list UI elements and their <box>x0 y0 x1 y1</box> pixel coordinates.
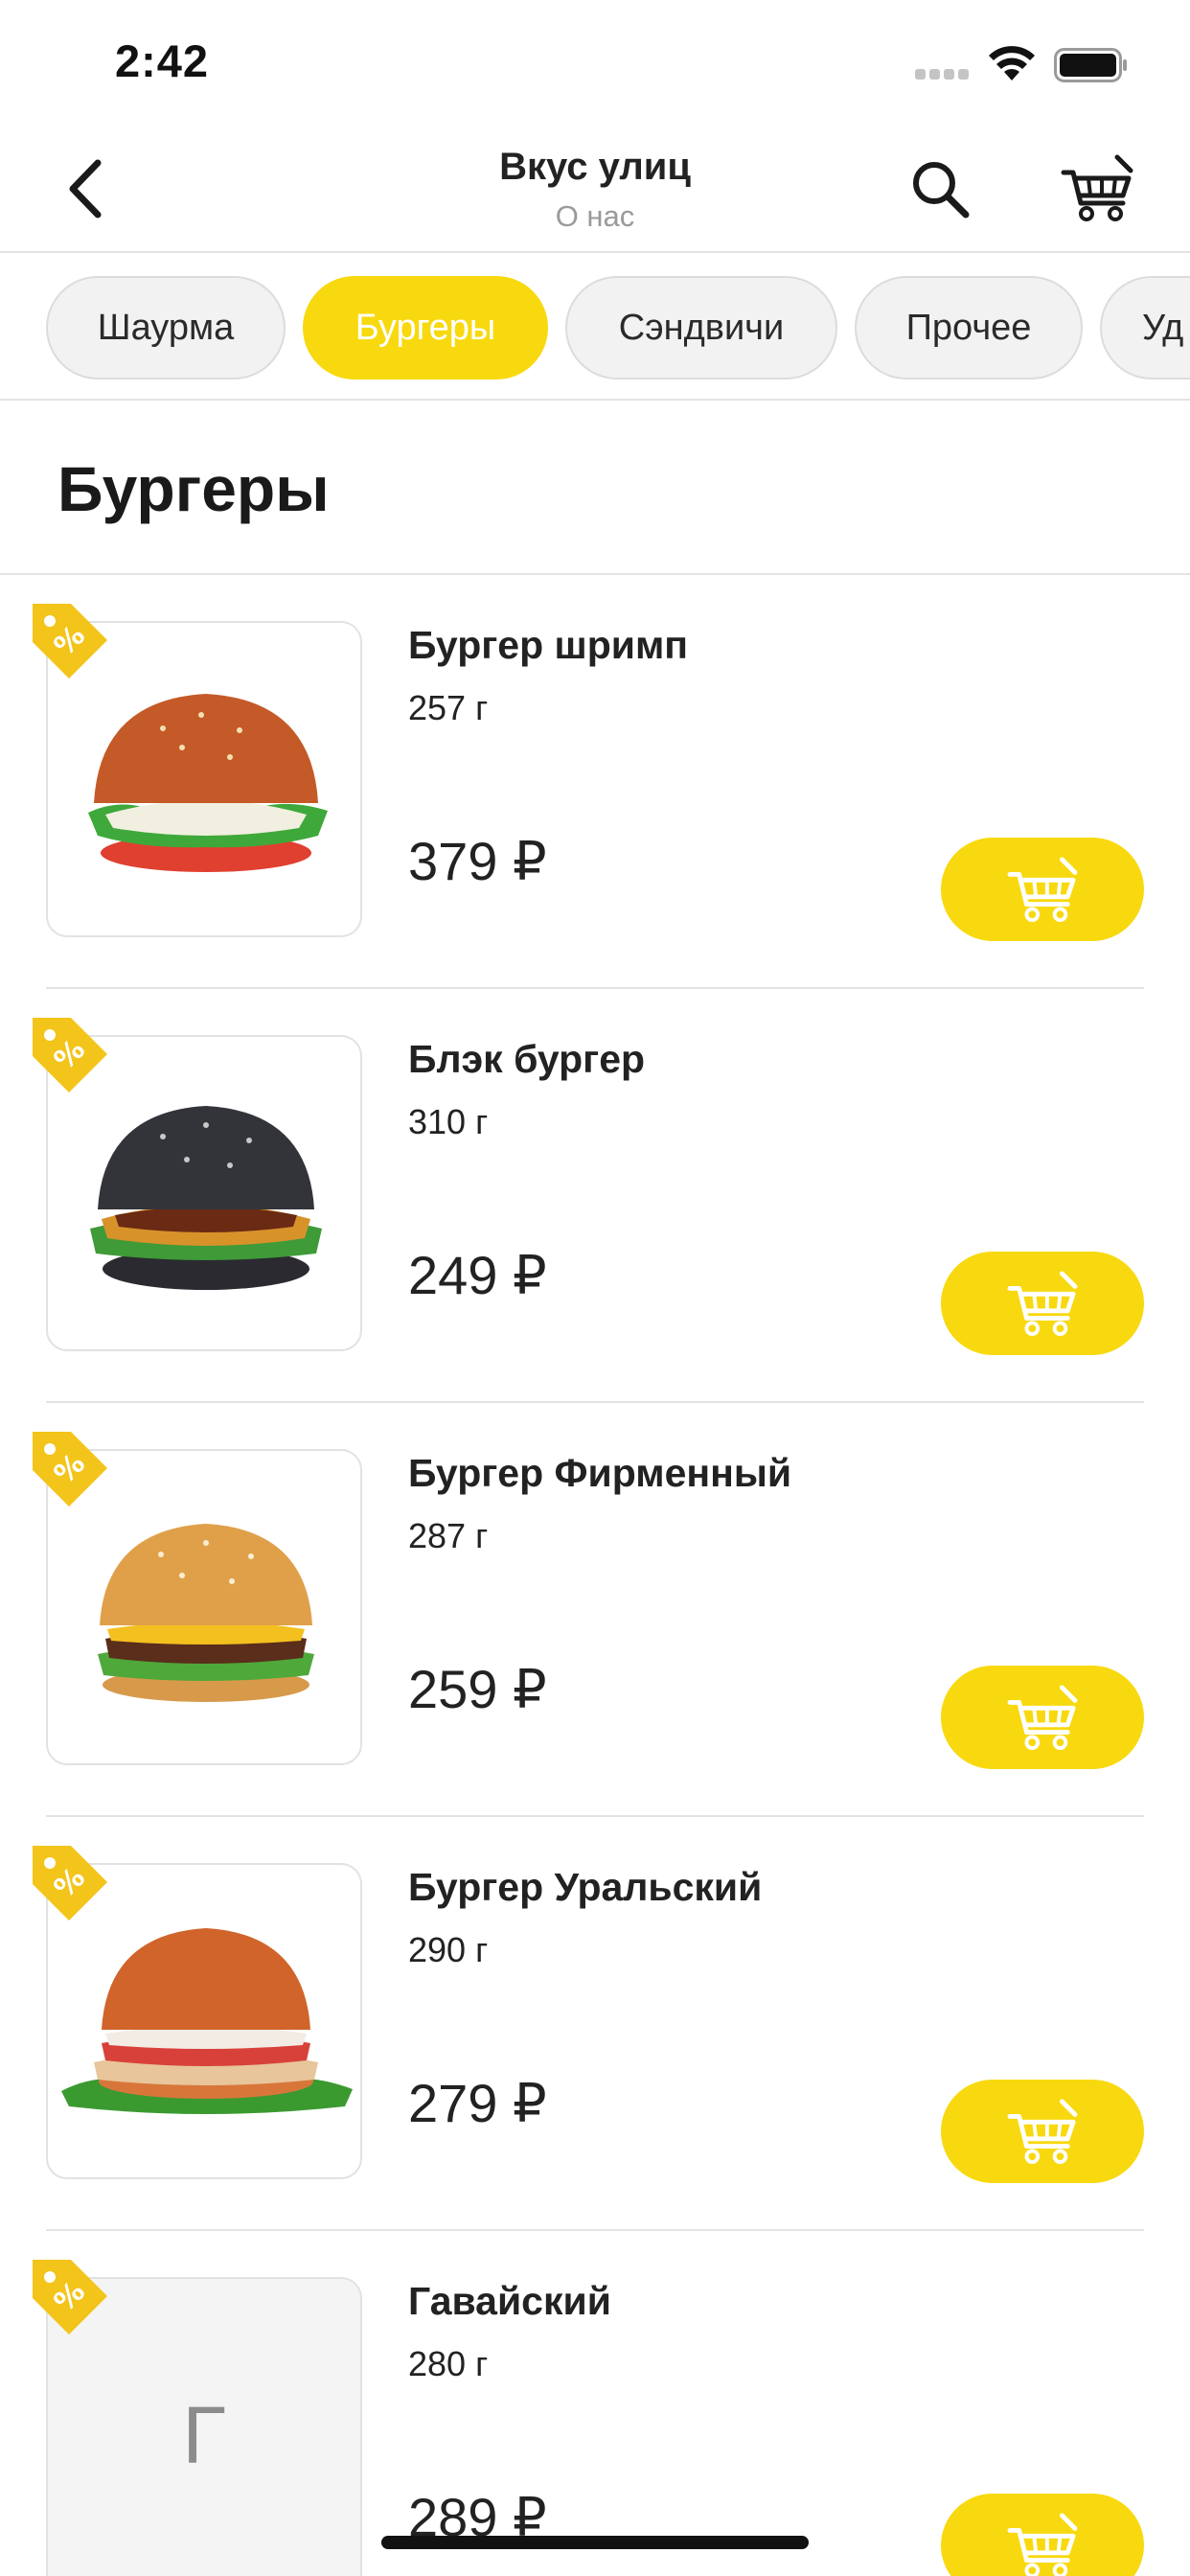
home-indicator[interactable] <box>381 2536 809 2549</box>
cart-icon <box>1007 1685 1078 1751</box>
product-card[interactable]: % Блэк бургер 310 г 249 ₽ <box>0 989 1190 1403</box>
product-name: Бургер шримп <box>408 623 689 667</box>
product-name: Бургер Уральский <box>408 1865 763 1909</box>
restaurant-title: Вкус улиц <box>499 146 691 188</box>
battery-icon <box>1054 48 1127 82</box>
cart-icon[interactable] <box>1060 153 1134 222</box>
product-weight: 257 г <box>408 688 489 727</box>
category-tabs: Шаурма Бургеры Сэндвичи Прочее Уд <box>0 253 1190 401</box>
tab-sandwiches[interactable]: Сэндвичи <box>565 276 837 380</box>
section-title: Бургеры <box>57 453 330 524</box>
add-to-cart-button[interactable] <box>941 1666 1144 1769</box>
product-name: Бургер Фирменный <box>408 1451 792 1495</box>
tab-burgers[interactable]: Бургеры <box>303 276 548 380</box>
product-weight: 280 г <box>408 2344 489 2383</box>
add-to-cart-button[interactable] <box>941 838 1144 941</box>
product-price: 259 ₽ <box>408 1659 547 1719</box>
product-price: 279 ₽ <box>408 2073 547 2133</box>
cart-icon <box>1007 857 1078 923</box>
product-card[interactable]: % Бургер Фирменный 287 г 259 ₽ <box>0 1403 1190 1817</box>
cellular-signal-icon <box>915 69 971 80</box>
product-weight: 287 г <box>408 1516 489 1555</box>
discount-badge-icon: % <box>33 1432 107 1506</box>
status-time: 2:42 <box>115 35 210 86</box>
discount-badge-icon: % <box>33 604 107 678</box>
app-header: Вкус улиц О нас <box>0 126 1190 253</box>
discount-badge-icon: % <box>33 1018 107 1092</box>
tab-shawarma[interactable]: Шаурма <box>46 276 286 380</box>
product-weight: 290 г <box>408 1930 489 1969</box>
product-card[interactable]: % Бургер Уральский 290 г 279 ₽ <box>0 1817 1190 2231</box>
discount-badge-icon: % <box>33 1846 107 1920</box>
product-card[interactable]: Г % Гавайский 280 г 289 ₽ <box>0 2231 1190 2576</box>
tab-partial[interactable]: Уд <box>1100 276 1190 380</box>
cart-icon <box>1007 2099 1078 2165</box>
search-icon[interactable] <box>908 157 972 220</box>
wifi-icon <box>989 46 1035 80</box>
add-to-cart-button[interactable] <box>941 2080 1144 2183</box>
product-price: 249 ₽ <box>408 1245 547 1305</box>
add-to-cart-button[interactable] <box>941 1252 1144 1355</box>
cart-icon <box>1007 2513 1078 2576</box>
product-weight: 310 г <box>408 1102 489 1141</box>
about-link[interactable]: О нас <box>0 199 1190 234</box>
add-to-cart-button[interactable] <box>941 2494 1144 2576</box>
discount-badge-icon: % <box>33 2260 107 2334</box>
tab-other[interactable]: Прочее <box>855 276 1083 380</box>
status-bar: 2:42 <box>0 0 1190 126</box>
product-card[interactable]: % Бургер шримп 257 г 379 ₽ <box>0 575 1190 989</box>
product-name: Блэк бургер <box>408 1037 646 1081</box>
product-price: 379 ₽ <box>408 831 547 891</box>
cart-icon <box>1007 1271 1078 1337</box>
product-name: Гавайский <box>408 2279 611 2323</box>
